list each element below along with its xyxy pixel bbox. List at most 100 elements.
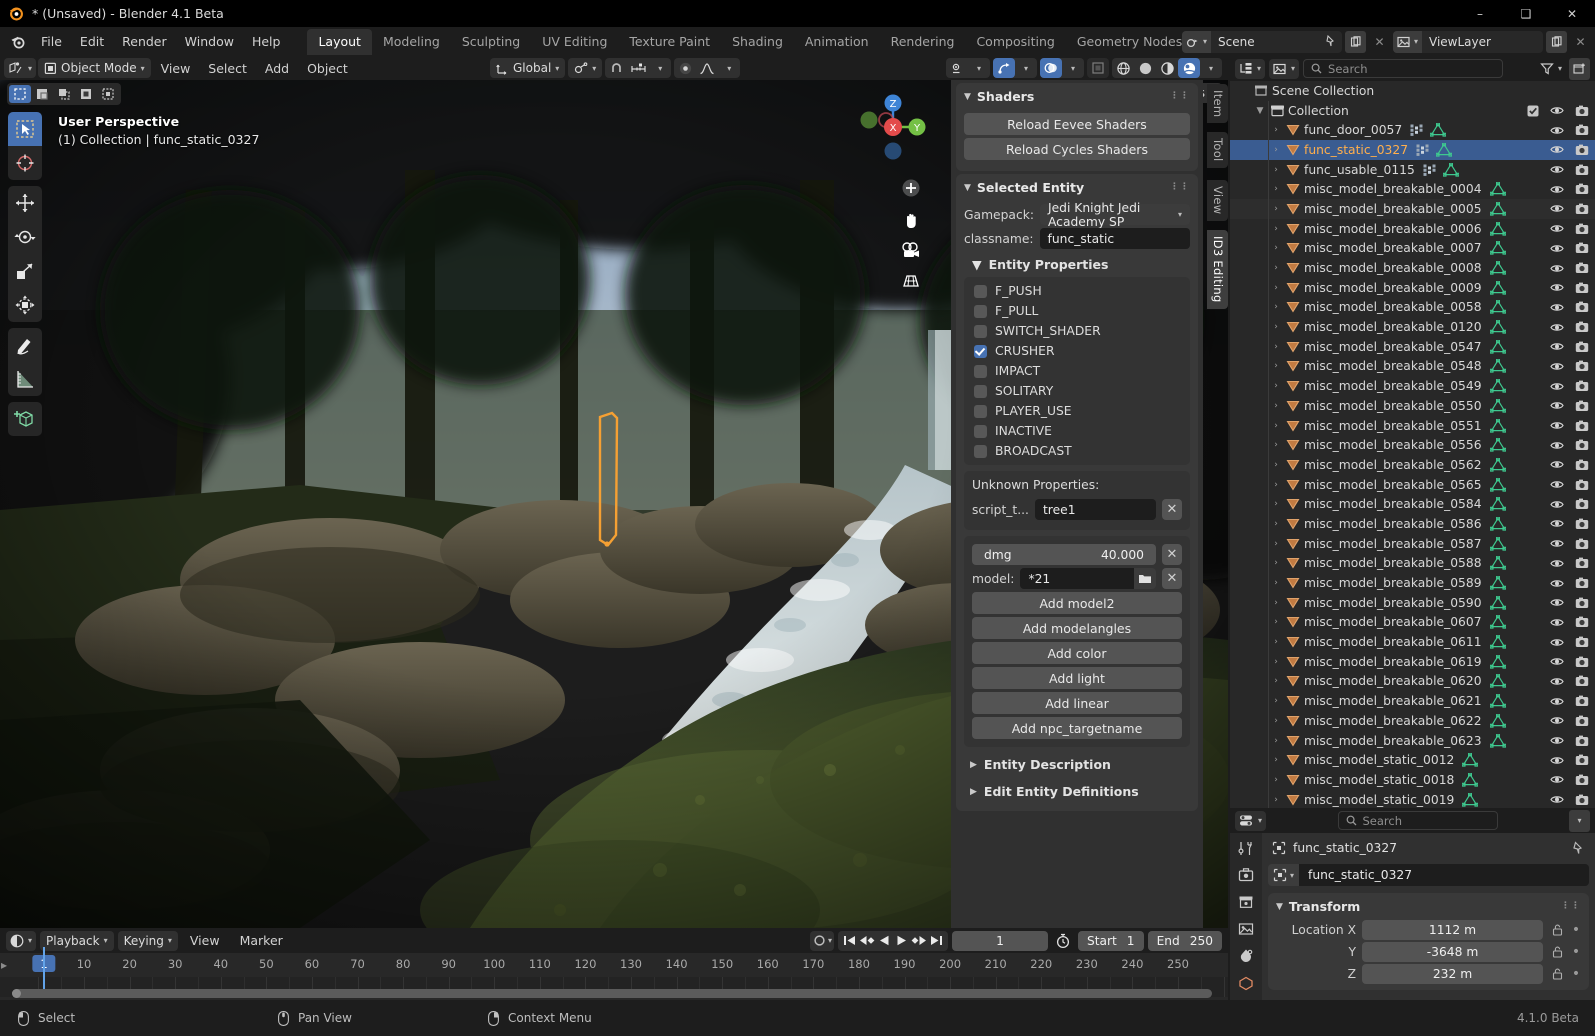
- jump-to-start-icon[interactable]: [842, 934, 857, 947]
- play-reverse-icon[interactable]: [878, 934, 892, 947]
- outliner-row-object[interactable]: › misc_model_breakable_0007: [1230, 239, 1595, 259]
- new-viewlayer-button[interactable]: [1546, 30, 1567, 53]
- camera-icon[interactable]: [1575, 439, 1589, 451]
- camera-icon[interactable]: [1575, 203, 1589, 215]
- outliner-row-object[interactable]: › misc_model_breakable_0622: [1230, 711, 1595, 731]
- eye-icon[interactable]: [1550, 223, 1564, 234]
- eye-icon[interactable]: [1550, 637, 1564, 648]
- eye-icon[interactable]: [1550, 263, 1564, 274]
- camera-icon[interactable]: [1575, 597, 1589, 609]
- eye-icon[interactable]: [1550, 774, 1564, 785]
- eye-icon[interactable]: [1550, 558, 1564, 569]
- camera-icon[interactable]: [1575, 774, 1589, 786]
- tweak-tool-icon[interactable]: [8, 112, 42, 146]
- flag-row-solitary[interactable]: SOLITARY: [964, 381, 1190, 401]
- eye-icon[interactable]: [1550, 715, 1564, 726]
- select-invert-icon[interactable]: [75, 85, 97, 103]
- measure-tool-icon[interactable]: [8, 362, 42, 396]
- outliner-row-object[interactable]: › misc_model_breakable_0562: [1230, 455, 1595, 475]
- mesh-data-icon[interactable]: [1462, 772, 1479, 787]
- checkbox-player-use[interactable]: [974, 404, 987, 418]
- material-preview-icon[interactable]: [1156, 58, 1178, 78]
- mesh-data-icon[interactable]: [1489, 674, 1506, 689]
- camera-icon[interactable]: [1575, 577, 1589, 589]
- flag-row-player-use[interactable]: PLAYER_USE: [964, 401, 1190, 421]
- object-name-input[interactable]: func_static_0327: [1299, 864, 1589, 886]
- animate-location-z-icon[interactable]: •: [1571, 967, 1581, 981]
- expand-arrow[interactable]: ›: [1268, 401, 1284, 411]
- viewport-menu-add[interactable]: Add: [257, 59, 297, 78]
- camera-icon[interactable]: [1575, 695, 1589, 707]
- outliner-row-object[interactable]: › misc_model_static_0018: [1230, 770, 1595, 790]
- outliner-row-object[interactable]: › misc_model_breakable_0565: [1230, 475, 1595, 495]
- outliner-row-object[interactable]: › misc_model_breakable_0120: [1230, 317, 1595, 337]
- camera-icon[interactable]: [1575, 400, 1589, 412]
- object-properties-tab-icon[interactable]: [1238, 975, 1254, 991]
- outliner-row-object[interactable]: › misc_model_static_0019: [1230, 790, 1595, 808]
- shading-chevron-icon[interactable]: ▾: [1200, 58, 1222, 78]
- camera-icon[interactable]: [1575, 479, 1589, 491]
- add-npc-targetname-button[interactable]: Add npc_targetname: [972, 717, 1182, 739]
- jump-to-next-keyframe-icon[interactable]: [910, 934, 927, 947]
- classname-input[interactable]: func_static: [1039, 228, 1190, 249]
- properties-search-input[interactable]: Search: [1337, 811, 1498, 830]
- location-x-input[interactable]: 1112 m: [1362, 920, 1543, 940]
- camera-icon[interactable]: [1575, 242, 1589, 254]
- camera-icon[interactable]: [1575, 420, 1589, 432]
- mesh-data-icon[interactable]: [1489, 595, 1506, 610]
- camera-icon[interactable]: [1575, 341, 1589, 353]
- outliner-filter-button[interactable]: ▾: [1538, 59, 1564, 79]
- magnet-icon[interactable]: [605, 58, 627, 78]
- camera-icon[interactable]: [1575, 715, 1589, 727]
- mesh-data-icon[interactable]: [1489, 359, 1506, 374]
- outliner-row-object[interactable]: › func_door_0057: [1230, 120, 1595, 140]
- modifier-icon[interactable]: [1416, 144, 1430, 156]
- expand-arrow[interactable]: ›: [1268, 598, 1284, 608]
- new-scene-button[interactable]: [1345, 30, 1366, 53]
- close-button[interactable]: ✕: [1549, 0, 1595, 27]
- camera-icon[interactable]: [1575, 124, 1589, 136]
- use-preview-range-icon[interactable]: [1052, 933, 1074, 949]
- location-z-input[interactable]: 232 m: [1362, 964, 1543, 984]
- checkbox-impact[interactable]: [974, 364, 987, 378]
- checkbox-f-push[interactable]: [974, 284, 987, 298]
- camera-icon[interactable]: [1575, 321, 1589, 333]
- outliner-row-object[interactable]: › misc_model_breakable_0549: [1230, 376, 1595, 396]
- lock-location-z-icon[interactable]: [1549, 968, 1565, 980]
- camera-icon[interactable]: [1575, 794, 1589, 806]
- flag-row-switch-shader[interactable]: SWITCH_SHADER: [964, 321, 1190, 341]
- jump-to-end-icon[interactable]: [929, 934, 944, 947]
- outliner-row-object[interactable]: › misc_model_static_0012: [1230, 750, 1595, 770]
- expand-arrow[interactable]: ›: [1268, 322, 1284, 332]
- outliner-row-object[interactable]: › misc_model_breakable_0004: [1230, 179, 1595, 199]
- falloff-chevron-icon[interactable]: ▾: [718, 58, 740, 78]
- render-properties-tab-icon[interactable]: [1238, 867, 1254, 883]
- mesh-data-icon[interactable]: [1442, 162, 1459, 177]
- mesh-data-icon[interactable]: [1489, 654, 1506, 669]
- tab-modeling[interactable]: Modeling: [372, 29, 451, 55]
- expand-arrow[interactable]: ›: [1268, 263, 1284, 273]
- entity-properties-header[interactable]: ▼ Entity Properties: [956, 252, 1198, 275]
- xray-toggle-icon[interactable]: [1087, 58, 1109, 78]
- timeline-view-menu[interactable]: View: [182, 931, 228, 950]
- outliner-tree[interactable]: Scene Collection ▼ Collection › func_doo…: [1230, 81, 1595, 808]
- mesh-data-icon[interactable]: [1462, 792, 1479, 807]
- camera-icon[interactable]: [1575, 498, 1589, 510]
- checkbox-crusher[interactable]: [974, 344, 987, 358]
- tab-geometry-nodes[interactable]: Geometry Nodes: [1066, 29, 1193, 55]
- pin-properties-icon[interactable]: [1571, 841, 1585, 855]
- mesh-data-icon[interactable]: [1489, 398, 1506, 413]
- outliner-row-object[interactable]: › misc_model_breakable_0009: [1230, 278, 1595, 298]
- entity-description-section[interactable]: ▶ Entity Description: [956, 751, 1198, 778]
- expand-arrow[interactable]: ›: [1268, 342, 1284, 352]
- tab-texture-paint[interactable]: Texture Paint: [618, 29, 721, 55]
- outliner-row-object[interactable]: › misc_model_breakable_0584: [1230, 494, 1595, 514]
- camera-icon[interactable]: [1575, 223, 1589, 235]
- outliner-search-input[interactable]: Search: [1303, 59, 1504, 78]
- expand-arrow[interactable]: ›: [1268, 499, 1284, 509]
- outliner-row-object[interactable]: › misc_model_breakable_0607: [1230, 613, 1595, 633]
- timeline-scrollbar[interactable]: [12, 989, 1212, 998]
- mesh-data-icon[interactable]: [1489, 438, 1506, 452]
- expand-arrow[interactable]: ›: [1268, 676, 1284, 686]
- sidebar-tab-id3-editing[interactable]: ID3 Editing: [1207, 230, 1228, 309]
